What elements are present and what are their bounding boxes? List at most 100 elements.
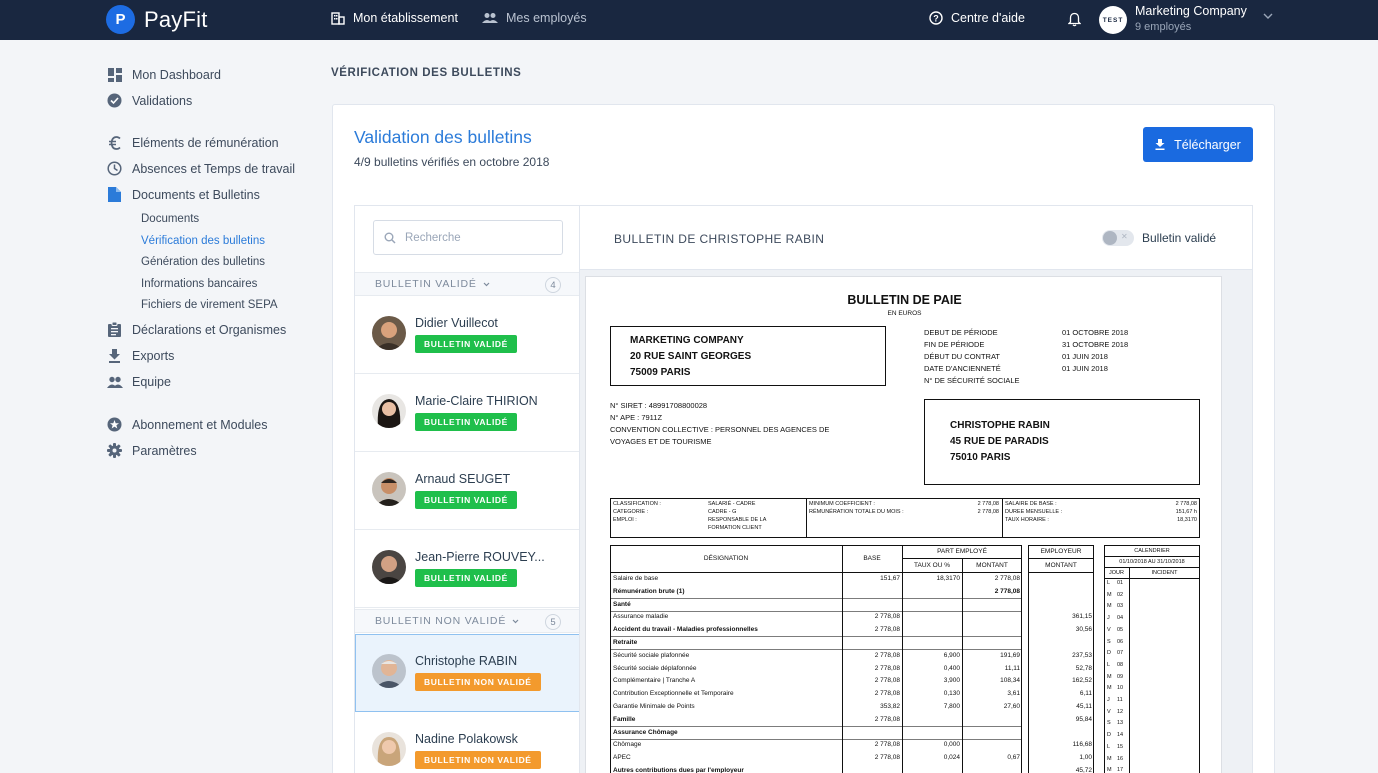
employee-item[interactable]: Jean-Pierre ROUVEY... BULLETIN VALIDÉ: [355, 530, 579, 608]
calendar-weekday: M: [1107, 673, 1112, 680]
sidebar-item-declarations[interactable]: Déclarations et Organismes: [106, 321, 286, 338]
calendar-day: 05: [1117, 626, 1124, 633]
table-cell-base: 2 778,08: [874, 664, 900, 672]
download-button[interactable]: Télécharger: [1143, 127, 1253, 162]
gear-icon: [106, 442, 123, 459]
table-cell-employeur: 162,52: [1072, 677, 1092, 685]
logo-mark: P: [106, 5, 135, 34]
sidebar-item-equipe[interactable]: Equipe: [106, 373, 171, 390]
sidebar-item-label: Absences et Temps de travail: [132, 161, 296, 176]
coef-value: 2 778,08: [977, 501, 999, 507]
table-cell-base: 2 778,08: [874, 715, 900, 723]
calendar-period: 01/10/2018 AU 31/10/2018: [1119, 559, 1185, 565]
calendar-day: 02: [1117, 591, 1124, 598]
sidebar-sub-generation[interactable]: Génération des bulletins: [141, 256, 265, 268]
sidebar-sub-verification[interactable]: Vérification des bulletins: [141, 235, 265, 247]
calendar-weekday: S: [1107, 638, 1111, 645]
calendar-day: 15: [1117, 743, 1124, 750]
class-value: SALARIÉ - CADRE: [708, 501, 756, 507]
sidebar-item-remuneration[interactable]: Eléments de rémunération: [106, 134, 279, 151]
table-cell-label: Autres contributions dues par l'employeu…: [613, 767, 744, 773]
search-input[interactable]: Recherche: [373, 220, 563, 255]
close-icon: ✕: [1121, 232, 1128, 241]
payfit-logo[interactable]: P PayFit: [106, 5, 208, 34]
table-cell-taux: 0,024: [943, 754, 960, 762]
header-montant: MONTANT: [976, 562, 1008, 569]
table-cell-base: 2 778,08: [874, 754, 900, 762]
nav-mon-etablissement[interactable]: Mon établissement: [331, 11, 458, 25]
table-cell-taux: 7,800: [943, 703, 960, 710]
coef-label: RÉMUNÉRATION TOTALE DU MOIS :: [809, 509, 904, 515]
table-cell-label: Retraite: [613, 639, 638, 646]
company-avatar: TEST: [1099, 6, 1127, 34]
period-label: DATE D'ANCIENNETÉ: [924, 364, 1001, 373]
sidebar-item-absences[interactable]: Absences et Temps de travail: [106, 160, 295, 177]
help-center-link[interactable]: ? Centre d'aide: [929, 11, 1025, 25]
sidebar-sub-banking[interactable]: Informations bancaires: [141, 278, 257, 290]
row-divider: [610, 597, 1022, 599]
avatar: [372, 472, 406, 506]
chevron-down-icon: [1263, 13, 1273, 19]
sidebar-item-documents[interactable]: Documents et Bulletins: [106, 186, 260, 203]
employee-item[interactable]: Marie-Claire THIRION BULLETIN VALIDÉ: [355, 374, 579, 452]
payslip-document: BULLETIN DE PAIE EN EUROS MARKETING COMP…: [585, 276, 1222, 773]
employee-street: 45 RUE DE PARADIS: [950, 436, 1049, 447]
group-header-not-validated[interactable]: BULLETIN NON VALIDÉ 5: [355, 609, 579, 633]
group-header-validated[interactable]: BULLETIN VALIDÉ 4: [355, 272, 579, 296]
table-cell-label: Sécurité sociale plafonnée: [613, 651, 690, 659]
sidebar-sub-sepa[interactable]: Fichiers de virement SEPA: [141, 299, 278, 311]
header-jour: JOUR: [1109, 570, 1124, 576]
employee-item-selected[interactable]: Christophe RABIN BULLETIN NON VALIDÉ: [355, 634, 579, 712]
validation-toggle[interactable]: ✕: [1102, 230, 1134, 246]
row-divider: [610, 725, 1022, 727]
card-title: Validation des bulletins: [354, 127, 532, 147]
row-divider: [610, 610, 1022, 612]
avatar: [372, 732, 406, 766]
check-circle-icon: [106, 92, 123, 109]
viewer-header: BULLETIN DE CHRISTOPHE RABIN ✕ Bulletin …: [580, 206, 1252, 270]
salary-value: 2 778,08: [1175, 501, 1197, 507]
divider: [1104, 578, 1200, 579]
status-badge: BULLETIN VALIDÉ: [415, 413, 517, 431]
employee-name: CHRISTOPHE RABIN: [950, 420, 1050, 431]
sidebar-item-parametres[interactable]: Paramètres: [106, 442, 197, 459]
employee-item[interactable]: Nadine Polakowsk BULLETIN NON VALIDÉ: [355, 712, 579, 773]
sidebar-item-dashboard[interactable]: Mon Dashboard: [106, 66, 221, 83]
coef-value: 2 778,08: [977, 509, 999, 515]
nav-mes-employes[interactable]: Mes employés: [482, 11, 587, 25]
employee-item[interactable]: Arnaud SEUGET BULLETIN VALIDÉ: [355, 452, 579, 530]
sidebar-item-validations[interactable]: Validations: [106, 92, 192, 109]
payslip-scroll-area[interactable]: BULLETIN DE PAIE EN EUROS MARKETING COMP…: [580, 270, 1252, 773]
table-cell-label: Garantie Minimale de Points: [613, 703, 695, 710]
calendar-weekday: M: [1107, 603, 1112, 610]
header-employeur: EMPLOYEUR: [1040, 548, 1082, 555]
employee-item[interactable]: Didier Vuillecot BULLETIN VALIDÉ: [355, 296, 579, 374]
divider: [962, 558, 963, 773]
table-cell-montant: 108,34: [1000, 677, 1020, 685]
search-icon: [384, 232, 396, 244]
sidebar-item-label: Paramètres: [132, 443, 197, 458]
calendar-day: 07: [1117, 650, 1124, 657]
class-label: CATEGORIE :: [613, 509, 649, 515]
period-label: FIN DE PÉRIODE: [924, 340, 985, 349]
table-cell-montant: 27,60: [1003, 703, 1020, 710]
table-cell-taux: 0,130: [943, 690, 960, 698]
sidebar-sub-documents[interactable]: Documents: [141, 213, 199, 225]
sidebar-item-exports[interactable]: Exports: [106, 347, 174, 364]
table-cell-montant: 3,61: [1007, 690, 1020, 698]
sidebar-item-abonnement[interactable]: Abonnement et Modules: [106, 416, 268, 433]
employee-list: Recherche BULLETIN VALIDÉ 4 Didier Vuill…: [355, 206, 580, 773]
bell-icon[interactable]: [1068, 12, 1081, 27]
divider: [1028, 572, 1094, 573]
table-cell-montant: 2 778,08: [994, 587, 1020, 595]
coef-label: MINIMUM COEFFICIENT :: [809, 501, 875, 507]
top-navigation-bar: P PayFit Mon établissement Mes employés …: [0, 0, 1378, 40]
company-switcher[interactable]: TEST Marketing Company 9 employés: [1099, 4, 1279, 36]
table-cell-employeur: 95,84: [1075, 715, 1092, 723]
table-cell-taux: 0,000: [943, 741, 960, 749]
table-cell-base: 151,67: [880, 575, 900, 582]
salary-label: SALAIRE DE BASE :: [1005, 501, 1057, 507]
salary-value: 18,3170: [1177, 517, 1197, 523]
table-cell-taux: 3,900: [943, 677, 960, 685]
salary-label: DUREE MENSUELLE :: [1005, 509, 1063, 515]
